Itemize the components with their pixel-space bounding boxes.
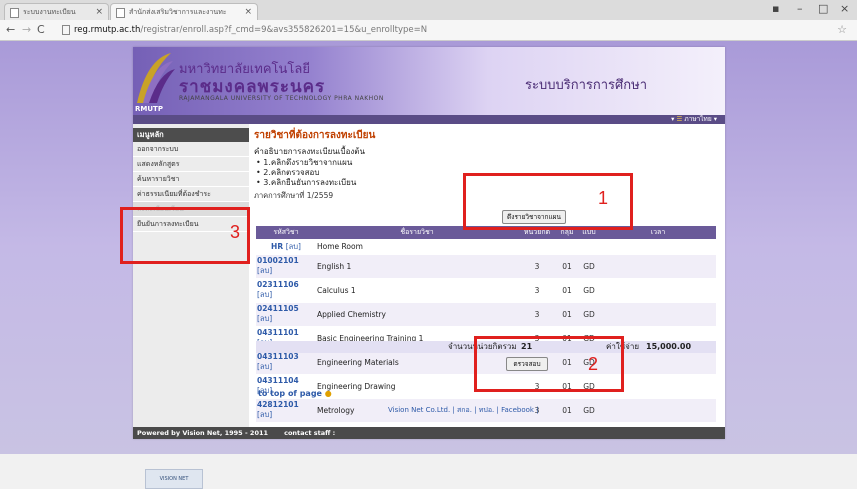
description: คำอธิบายการลงทะเบียนเบื้องต้น: [254, 147, 365, 156]
sidebar: เมนูหลัก ออกจากระบบ แสดงหลักสูตร ค้นหารา…: [133, 124, 249, 489]
site-banner: RMUTP มหาวิทยาลัยเทคโนโลยี ราชมงคลพระนคร…: [133, 47, 725, 115]
course-code: 04311103: [257, 352, 299, 361]
close-window-icon[interactable]: ×: [840, 2, 849, 15]
delete-link[interactable]: [ลบ]: [257, 362, 272, 371]
annotation-number-2: 2: [588, 354, 599, 374]
course-code: 02311106: [257, 280, 299, 289]
table-row: 02311106 [ลบ] Calculus 1 3 01 GD: [256, 278, 716, 303]
fee-value: 15,000.00: [646, 342, 692, 351]
course-code: 04311101: [257, 328, 299, 337]
delete-link[interactable]: [ลบ]: [286, 242, 301, 251]
close-tab-icon[interactable]: ×: [95, 4, 103, 20]
course-name: English 1: [316, 254, 518, 279]
language-selector[interactable]: ▾ ☰ ภาษาไทย ▾: [671, 115, 717, 124]
browser-tab[interactable]: ระบบงานทะเบียน ×: [4, 3, 109, 20]
annotation-number-1: 1: [598, 188, 609, 208]
maximize-icon[interactable]: □: [818, 2, 828, 15]
delete-link[interactable]: [ลบ]: [257, 290, 272, 299]
course-code: 42812101: [257, 400, 299, 409]
browser-tab-active[interactable]: สำนักส่งเสริมวิชาการและงานทะ ×: [110, 3, 258, 20]
forward-icon[interactable]: →: [22, 23, 31, 36]
page-icon: [62, 24, 70, 35]
course-code: HR: [271, 241, 284, 251]
vision-net-logo: VISION NET: [145, 469, 203, 489]
page-title: รายวิชาที่ต้องการลงทะเบียน: [254, 130, 376, 141]
course-code: 04311104: [257, 376, 299, 385]
top-of-page-link[interactable]: to top of page ●: [258, 389, 332, 398]
course-name: Applied Chemistry: [316, 302, 518, 327]
close-tab-icon[interactable]: ×: [244, 4, 252, 20]
sidebar-item-logout[interactable]: ออกจากระบบ: [133, 142, 249, 157]
back-icon[interactable]: ←: [6, 23, 15, 36]
university-logo-icon: [137, 53, 175, 103]
page-icon: [10, 8, 19, 18]
col-header-code: รหัสวิชา: [256, 226, 316, 239]
course-name: Home Room: [316, 239, 518, 255]
footer-links[interactable]: Vision Net Co.Ltd. | สกอ. | ทปอ. | Faceb…: [388, 405, 539, 416]
logo-abbr: RMUTP: [135, 105, 163, 113]
table-row: 02411105 [ลบ] Applied Chemistry 3 01 GD: [256, 302, 716, 327]
reload-icon[interactable]: C: [37, 23, 45, 36]
delete-link[interactable]: [ลบ]: [257, 266, 272, 275]
sidebar-item-fees[interactable]: ค่าธรรมเนียมที่ต้องชำระ: [133, 187, 249, 202]
table-row: HR [ลบ] Home Room: [256, 239, 716, 255]
delete-link[interactable]: [ลบ]: [257, 314, 272, 323]
bookmark-star-icon[interactable]: ☆: [837, 23, 847, 36]
minimize-icon[interactable]: –: [797, 2, 803, 15]
sidebar-heading: เมนูหลัก: [133, 128, 249, 142]
course-name: Calculus 1: [316, 278, 518, 303]
delete-link[interactable]: [ลบ]: [257, 410, 272, 419]
course-code: 02411105: [257, 304, 299, 313]
up-arrow-icon: ●: [324, 389, 332, 398]
sidebar-item-search-course[interactable]: ค้นหารายวิชา: [133, 172, 249, 187]
logo-english: RAJAMANGALA UNIVERSITY OF TECHNOLOGY PHR…: [179, 95, 384, 102]
system-title: ระบบบริการการศึกษา: [525, 78, 648, 93]
course-code: 01002101: [257, 256, 299, 265]
table-row: 01002101 [ลบ] English 1 3 01 GD: [256, 254, 716, 279]
footer-bar: Powered by Vision Net, 1995 - 2011 conta…: [133, 427, 725, 439]
browser-tab-bar: ระบบงานทะเบียน × สำนักส่งเสริมวิชาการและ…: [0, 0, 857, 20]
page-icon: [116, 8, 125, 18]
top-strip: [133, 115, 725, 124]
user-icon[interactable]: ▪: [772, 2, 779, 15]
contact-staff: contact staff :: [284, 429, 336, 437]
url-field[interactable]: reg.rmutp.ac.th/registrar/enroll.asp?f_c…: [62, 23, 837, 37]
annotation-number-3: 3: [230, 222, 241, 242]
step-item: • 1.คลิกดึงรายวิชาจากแผน: [256, 158, 353, 167]
address-bar: ← → C reg.rmutp.ac.th/registrar/enroll.a…: [0, 20, 857, 41]
annotation-box-2: [474, 336, 624, 392]
sidebar-item-curriculum[interactable]: แสดงหลักสูตร: [133, 157, 249, 172]
powered-by: Powered by Vision Net, 1995 - 2011: [137, 429, 269, 437]
